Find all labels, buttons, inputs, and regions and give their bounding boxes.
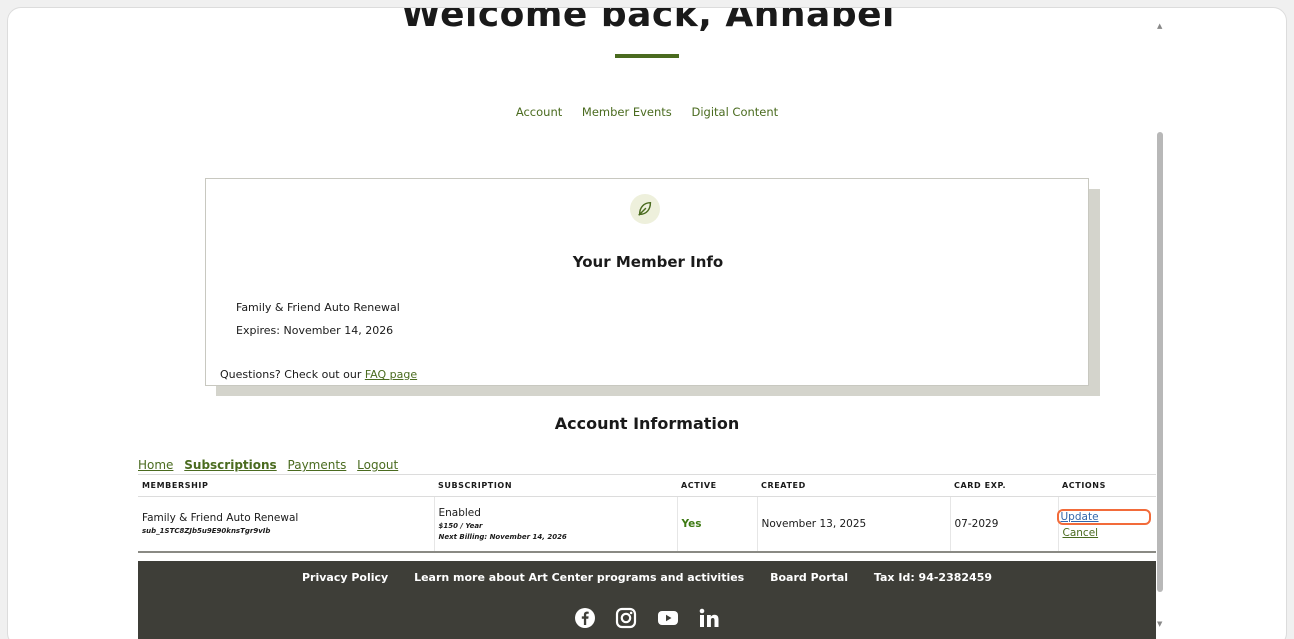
title-underline [615, 54, 679, 58]
active-status: Yes [681, 517, 702, 530]
youtube-icon[interactable] [657, 607, 679, 629]
cell-membership: Family & Friend Auto Renewal sub_1STC8ZJ… [138, 496, 435, 553]
account-tabs: Home Subscriptions Payments Logout [138, 458, 405, 472]
scroll-down-arrow-icon[interactable]: ▼ [1157, 620, 1162, 628]
linkedin-icon[interactable] [698, 607, 720, 629]
cancel-link[interactable]: Cancel [1063, 527, 1153, 539]
subnav-digital-content[interactable]: Digital Content [691, 105, 778, 119]
membership-cell-id: sub_1STC8ZJb5u9E90knsTgr9vIb [142, 527, 271, 536]
update-link[interactable]: Update [1056, 508, 1151, 525]
tab-payments[interactable]: Payments [288, 458, 347, 472]
cell-card-exp: 07-2029 [950, 496, 1059, 553]
next-billing: Next Billing: November 14, 2026 [438, 532, 567, 541]
facebook-icon[interactable] [574, 607, 596, 629]
membership-name: Family & Friend Auto Renewal [236, 301, 400, 314]
account-info-title: Account Information [554, 414, 740, 433]
cell-subscription: Enabled $150 / Year Next Billing: Novemb… [434, 496, 678, 553]
membership-expiry: Expires: November 14, 2026 [236, 324, 394, 337]
membership-cell-name: Family & Friend Auto Renewal [142, 512, 299, 525]
faq-prompt-text: Questions? Check out our [220, 368, 362, 381]
col-subscription: SUBSCRIPTION [434, 474, 677, 497]
tab-subscriptions[interactable]: Subscriptions [184, 458, 276, 472]
member-info-title: Your Member Info [572, 253, 724, 271]
scroll-thumb[interactable] [1157, 132, 1163, 592]
col-active: ACTIVE [677, 474, 757, 497]
member-subnav: Account Member Events Digital Content [8, 105, 1286, 119]
instagram-icon[interactable] [615, 607, 637, 629]
faq-prompt: Questions? Check out our FAQ page [220, 368, 417, 381]
col-card-exp: CARD EXP. [950, 474, 1058, 497]
col-membership: MEMBERSHIP [138, 474, 434, 497]
faq-link[interactable]: FAQ page [365, 368, 417, 381]
footer-board-portal[interactable]: Board Portal [770, 571, 848, 584]
col-actions: ACTIONS [1058, 474, 1156, 497]
subnav-member-events[interactable]: Member Events [582, 105, 672, 119]
leaf-icon [630, 194, 660, 224]
cell-actions: Update Cancel [1056, 496, 1156, 553]
footer-privacy-policy[interactable]: Privacy Policy [302, 571, 388, 584]
social-icons [138, 607, 1156, 629]
subscriptions-table: MEMBERSHIP SUBSCRIPTION ACTIVE CREATED C… [138, 474, 1156, 553]
table-header-row: MEMBERSHIP SUBSCRIPTION ACTIVE CREATED C… [138, 474, 1156, 497]
member-info-card: Your Member Info Family & Friend Auto Re… [205, 178, 1089, 386]
welcome-heading: Welcome back, Annabel [401, 7, 895, 35]
footer-links: Privacy Policy Learn more about Art Cent… [138, 571, 1156, 584]
page-scrollbar[interactable]: ▲ ▼ [1155, 8, 1165, 639]
site-footer: Privacy Policy Learn more about Art Cent… [138, 561, 1156, 639]
browser-viewport: Welcome back, Annabel Account Member Eve… [7, 7, 1287, 639]
footer-learn-more[interactable]: Learn more about Art Center programs and… [414, 571, 744, 584]
subnav-account[interactable]: Account [516, 105, 562, 119]
col-created: CREATED [757, 474, 950, 497]
cell-active: Yes [677, 496, 758, 553]
tab-logout[interactable]: Logout [357, 458, 398, 472]
scroll-up-arrow-icon[interactable]: ▲ [1157, 22, 1162, 30]
cell-created: November 13, 2025 [757, 496, 951, 553]
subscription-status: Enabled [438, 506, 481, 519]
subscription-price: $150 / Year [438, 521, 483, 530]
tab-home[interactable]: Home [138, 458, 173, 472]
footer-tax-id: Tax Id: 94-2382459 [873, 571, 992, 584]
table-row: Family & Friend Auto Renewal sub_1STC8ZJ… [138, 496, 1156, 553]
page-content: Welcome back, Annabel Account Member Eve… [8, 8, 1158, 639]
